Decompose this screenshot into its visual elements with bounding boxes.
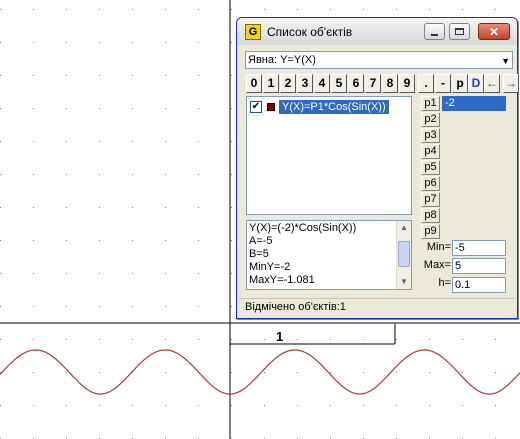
object-list[interactable]: ✔ Y(X)=P1*Cos(Sin(X)) <box>246 96 412 215</box>
window-title: Список об'єктів <box>267 24 353 39</box>
status-bar: Відмічено об'єктів:1 <box>239 298 515 316</box>
object-label: Y(X)=P1*Cos(Sin(X)) <box>279 100 389 114</box>
scroll-down-icon[interactable]: ▼ <box>400 277 408 286</box>
scroll-up-icon[interactable]: ▲ <box>400 223 408 232</box>
object-color-swatch[interactable] <box>267 103 275 111</box>
key-13-button[interactable]: D <box>468 74 484 93</box>
object-list-window: G Список об'єктів ✕ Явна: Y=Y(X) ▼ 01234… <box>236 17 519 319</box>
min-input[interactable]: -5 <box>452 240 506 256</box>
title-bar[interactable]: G Список об'єктів ✕ <box>237 18 517 45</box>
key-3-button[interactable]: 3 <box>297 74 313 93</box>
min-label: Min= <box>426 241 451 253</box>
key-1-button[interactable]: 1 <box>263 74 279 93</box>
param-p8-button[interactable]: p8 <box>421 208 440 223</box>
param-p5-button[interactable]: p5 <box>421 160 440 175</box>
param-p3-button[interactable]: p3 <box>421 128 440 143</box>
function-curve[interactable] <box>0 349 520 395</box>
property-line: B=5 <box>249 248 269 260</box>
key-6-button[interactable]: 6 <box>348 74 364 93</box>
key-14-button[interactable]: ← <box>484 74 500 93</box>
function-type-dropdown[interactable]: Явна: Y=Y(X) ▼ <box>245 51 513 69</box>
property-line: MinY=-2 <box>249 261 291 273</box>
p1-value-field[interactable]: -2 <box>442 96 506 111</box>
key-11-button[interactable]: - <box>435 74 451 93</box>
function-type-value: Явна: Y=Y(X) <box>248 54 316 66</box>
param-p4-button[interactable]: p4 <box>421 144 440 159</box>
object-properties: ▲ ▼ Y(X)=(-2)*Cos(Sin(X)) A=-5 B=5 MinY=-2 M… <box>246 220 412 290</box>
key-0-button[interactable]: 0 <box>246 74 262 93</box>
param-p7-button[interactable]: p7 <box>421 192 440 207</box>
properties-scrollbar[interactable]: ▲ ▼ <box>396 221 411 289</box>
property-line: MaxY=-1.081 <box>249 274 315 286</box>
param-p1-button[interactable]: p1 <box>421 96 440 111</box>
maximize-button[interactable] <box>449 23 470 40</box>
minimize-button[interactable] <box>424 23 445 40</box>
chevron-down-icon: ▼ <box>501 56 510 66</box>
max-input[interactable]: 5 <box>452 258 506 274</box>
step-label: h= <box>438 277 451 289</box>
param-p6-button[interactable]: p6 <box>421 176 440 191</box>
scrollbar-thumb[interactable] <box>398 241 410 267</box>
key-9-button[interactable]: 9 <box>399 74 415 93</box>
app-icon: G <box>245 23 261 40</box>
key-2-button[interactable]: 2 <box>280 74 296 93</box>
key-5-button[interactable]: 5 <box>331 74 347 93</box>
property-line: Y(X)=(-2)*Cos(Sin(X)) <box>249 222 357 234</box>
object-visible-checkbox[interactable]: ✔ <box>250 101 262 113</box>
close-icon: ✕ <box>488 24 500 39</box>
param-p2-button[interactable]: p2 <box>421 112 440 127</box>
keypad: 0 1 2 3 4 5 6 7 8 9. - p D ← → <box>246 74 519 93</box>
axis-tick-label: 1 <box>276 329 283 344</box>
max-label: Max= <box>423 259 451 271</box>
key-12-button[interactable]: p <box>452 74 468 93</box>
param-p9-button[interactable]: p9 <box>421 224 440 239</box>
maximize-icon <box>455 28 464 35</box>
list-item[interactable]: ✔ Y(X)=P1*Cos(Sin(X)) <box>250 100 389 114</box>
key-8-button[interactable]: 8 <box>382 74 398 93</box>
minimize-icon <box>431 33 438 36</box>
key-15-button[interactable]: → <box>503 74 519 93</box>
key-7-button[interactable]: 7 <box>365 74 381 93</box>
key-4-button[interactable]: 4 <box>314 74 330 93</box>
close-button[interactable]: ✕ <box>478 23 510 40</box>
step-input[interactable]: 0.1 <box>452 277 506 293</box>
property-line: A=-5 <box>249 235 273 247</box>
key-10-button[interactable]: . <box>418 74 434 93</box>
